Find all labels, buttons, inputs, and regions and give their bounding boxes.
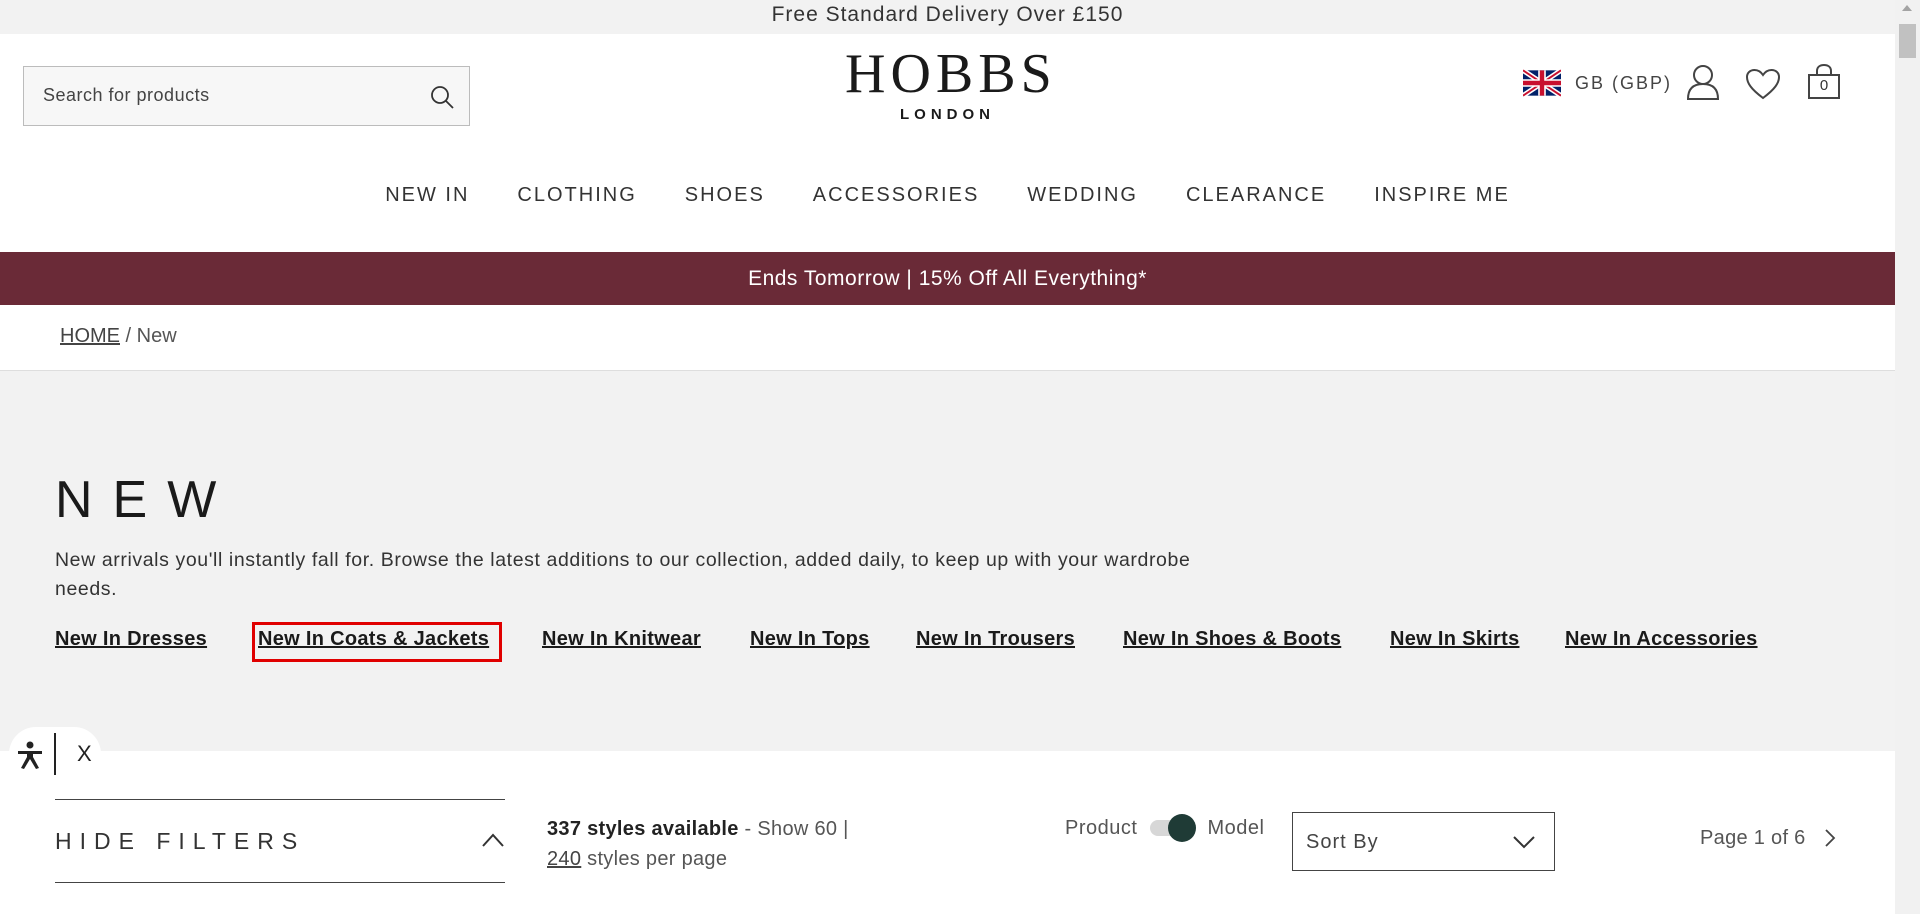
breadcrumb-home-link[interactable]: HOME [60, 325, 120, 347]
page: Free Standard Delivery Over £150 Search … [0, 0, 1895, 914]
highlight-box [252, 622, 502, 662]
product-model-toggle: Product Model [1065, 813, 1264, 843]
search-placeholder: Search for products [43, 85, 210, 105]
product-listing-toolbar: HIDE FILTERS 337 styles available - Show… [0, 751, 1895, 914]
breadcrumb-bar: HOME / New [0, 305, 1895, 371]
search-icon[interactable] [429, 84, 455, 110]
breadcrumb-current: New [136, 325, 177, 347]
accessibility-close-button[interactable]: X [77, 741, 92, 767]
locale-label: GB (GBP) [1575, 72, 1673, 93]
toggle-model-label: Model [1207, 816, 1265, 839]
nav-shoes[interactable]: SHOES [685, 184, 765, 207]
scroll-up-arrow-icon[interactable] [1902, 5, 1912, 11]
link-new-in-dresses[interactable]: New In Dresses [55, 628, 207, 651]
scrollbar-thumb[interactable] [1899, 24, 1916, 58]
breadcrumb-separator: / [120, 325, 137, 347]
nav-wedding[interactable]: WEDDING [1027, 184, 1138, 207]
link-new-in-accessories[interactable]: New In Accessories [1565, 628, 1758, 651]
per-page-240-link[interactable]: 240 [547, 848, 581, 870]
nav-clothing[interactable]: CLOTHING [517, 184, 636, 207]
nav-accessories[interactable]: ACCESSORIES [813, 184, 979, 207]
nav-clearance[interactable]: CLEARANCE [1186, 184, 1326, 207]
hobbs-logo[interactable]: HOBBS LONDON [845, 43, 1057, 123]
accessibility-icon[interactable] [15, 740, 45, 770]
chevron-up-icon [482, 833, 504, 847]
page-scrollbar[interactable] [1895, 0, 1920, 914]
search-input[interactable]: Search for products [23, 66, 470, 126]
accessibility-divider [54, 733, 56, 775]
site-header: Search for products HOBBS LONDON GB (GBP… [0, 34, 1895, 252]
promo-banner[interactable]: Ends Tomorrow | 15% Off All Everything* [0, 252, 1895, 305]
results-count: 337 styles available - Show 60 | 240 sty… [547, 814, 849, 874]
nav-new-in[interactable]: NEW IN [385, 184, 469, 207]
link-new-in-skirts[interactable]: New In Skirts [1390, 628, 1520, 651]
page-title: NEW [55, 471, 237, 529]
page-description: New arrivals you'll instantly fall for. … [55, 549, 1191, 600]
main-navigation: NEW IN CLOTHING SHOES ACCESSORIES WEDDIN… [0, 184, 1895, 207]
toggle-knob [1168, 814, 1197, 842]
sort-by-dropdown[interactable]: Sort By [1292, 812, 1555, 871]
bag-count: 0 [1819, 77, 1829, 94]
category-hero: NEW New arrivals you'll instantly fall f… [0, 371, 1895, 751]
logo-subtitle: LONDON [900, 106, 995, 123]
logo-wordmark: HOBBS [845, 43, 1057, 105]
link-new-in-trousers[interactable]: New In Trousers [916, 628, 1075, 651]
breadcrumb: HOME / New [60, 325, 177, 348]
toggle-product-label: Product [1065, 816, 1138, 839]
announcement-bar: Free Standard Delivery Over £150 [0, 0, 1895, 34]
accessibility-widget: X [9, 727, 101, 781]
next-page-chevron-icon[interactable] [1824, 828, 1836, 848]
per-page-suffix: styles per page [581, 848, 728, 870]
account-icon[interactable] [1686, 64, 1720, 100]
view-toggle-switch[interactable] [1150, 814, 1197, 842]
link-new-in-knitwear[interactable]: New In Knitwear [542, 628, 701, 651]
show-per-page-text: - Show 60 | [738, 818, 849, 840]
locale-selector[interactable]: GB (GBP) [1523, 68, 1672, 98]
hide-filters-toggle[interactable]: HIDE FILTERS [55, 799, 505, 883]
uk-flag-icon [1523, 69, 1561, 97]
styles-available: 337 styles available [547, 818, 739, 840]
link-new-in-tops[interactable]: New In Tops [750, 628, 870, 651]
nav-inspire-me[interactable]: INSPIRE ME [1374, 184, 1510, 207]
pagination-label: Page 1 of 6 [1700, 827, 1806, 849]
wishlist-heart-icon[interactable] [1745, 68, 1781, 100]
link-new-in-shoes-boots[interactable]: New In Shoes & Boots [1123, 628, 1341, 651]
sort-by-label: Sort By [1306, 831, 1379, 853]
filters-label: HIDE FILTERS [55, 828, 306, 854]
chevron-down-icon [1513, 836, 1535, 849]
